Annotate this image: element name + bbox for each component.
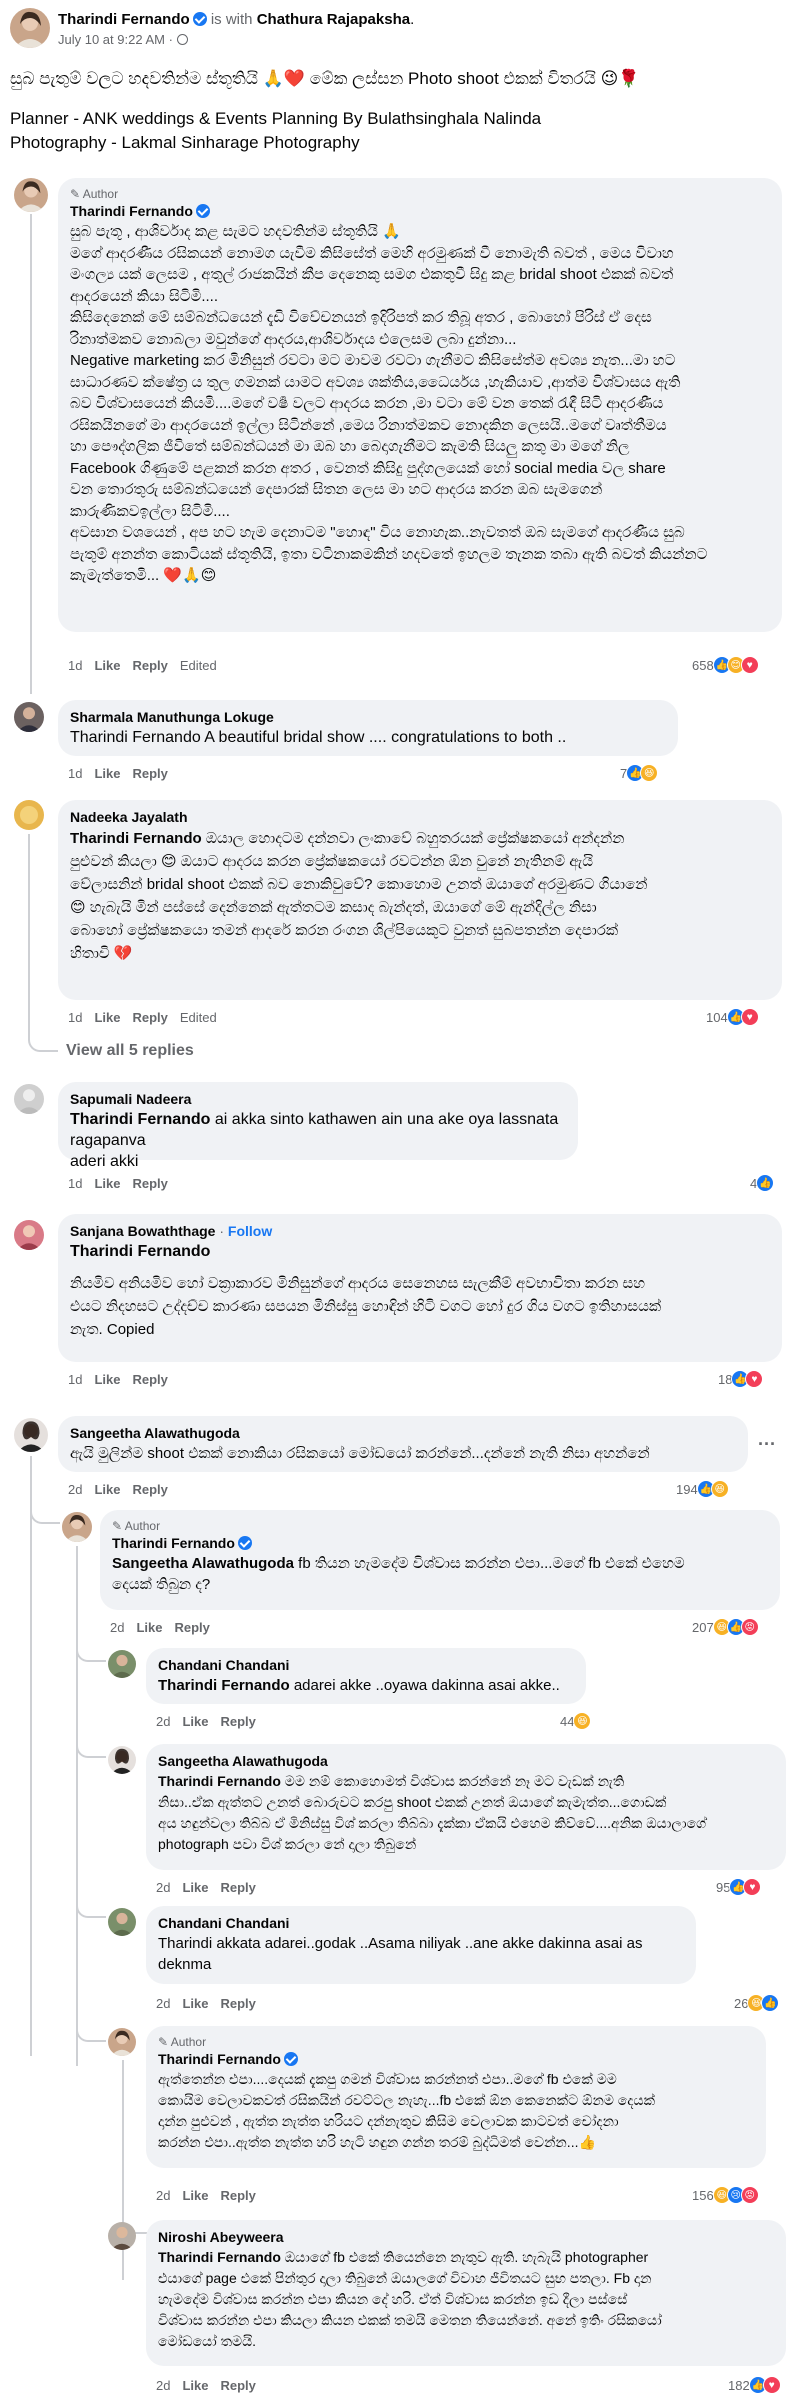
comment-author[interactable]: Chandani Chandani (158, 1914, 684, 1933)
commenter-avatar[interactable] (14, 800, 44, 830)
comment-bubble: Sangeetha Alawathugoda Tharindi Fernando… (146, 1744, 786, 1870)
mention-link[interactable]: Tharindi Fernando (70, 1111, 210, 1128)
reaction-summary[interactable]: 182 👍 ♥ (728, 2376, 781, 2394)
comment-bubble: Sanjana Bowaththage · Follow Tharindi Fe… (58, 1214, 782, 1362)
comment-text: Tharindi Fernando ඔයාගේ fb එකේ තියෙන්නෙ … (158, 2249, 662, 2349)
more-options-button[interactable]: ··· (758, 1434, 776, 1455)
post-author-name[interactable]: Tharindi Fernando (58, 11, 190, 28)
comment-text: Sangeetha Alawathugoda fb තියන හැමදේම වි… (112, 1555, 685, 1572)
post-author-avatar[interactable] (10, 8, 50, 48)
tagged-person[interactable]: Chathura Rajapaksha (257, 11, 410, 28)
comment-text: සුබ පැතූ , ආශිර්වාද කළ සැමට හදවතින්ම ස්ත… (70, 223, 708, 584)
comment-text: Tharindi akkata adarei..godak ..Asama ni… (158, 1935, 643, 1952)
post-photography: Photography - Lakmal Sinharage Photograp… (10, 133, 360, 152)
commenter-avatar[interactable] (62, 1512, 92, 1542)
comment-bubble: Nadeeka Jayalath Tharindi Fernando ඔයාල … (58, 800, 782, 1000)
follow-link[interactable]: Follow (228, 1223, 272, 1239)
verified-badge-icon (195, 204, 210, 218)
mention-link[interactable]: Sangeetha Alawathugoda (112, 1555, 294, 1572)
comment-author[interactable]: Tharindi Fernando (158, 2051, 281, 2067)
reaction-summary[interactable]: 44 😆 (560, 1712, 592, 1730)
commenter-avatar[interactable] (14, 178, 48, 212)
post-planner: Planner - ANK weddings & Events Planning… (10, 109, 542, 128)
comment-author[interactable]: Chandani Chandani (158, 1656, 574, 1675)
mention-link[interactable]: Tharindi Fernando (70, 1241, 770, 1262)
reaction-summary[interactable]: 7 👍 😆 (620, 764, 659, 782)
commenter-avatar[interactable] (14, 1220, 44, 1250)
comment-author[interactable]: Sharmala Manuthunga Lokuge (70, 708, 666, 727)
comment-text: ඇත්තෙන්න එපා....දෙයක් දැකපු ගමන් විශ්වාස… (158, 2071, 655, 2150)
comment-bubble: Chandani Chandani Tharindi akkata adarei… (146, 1906, 696, 1984)
comment-bubble: Niroshi Abeyweera Tharindi Fernando ඔයාග… (146, 2220, 786, 2366)
comment-author[interactable]: Nadeeka Jayalath (70, 808, 770, 827)
pencil-icon: ✎ (112, 1519, 123, 1533)
comment-author[interactable]: Sanjana Bowaththage (70, 1223, 215, 1239)
comment-bubble: Sharmala Manuthunga Lokuge Tharindi Fern… (58, 700, 678, 756)
comment-text: නියමිව අනියමිව හෝ වක්‍රාකාරව මිනිසුන්ගේ … (70, 1275, 662, 1338)
comment-text: Tharindi Fernando ai akka sinto kathawen… (70, 1111, 559, 1149)
commenter-avatar[interactable] (108, 2028, 136, 2056)
comment-bubble: Chandani Chandani Tharindi Fernando adar… (146, 1648, 586, 1704)
reaction-summary[interactable]: 658 👍 😊 ♥ (692, 656, 759, 674)
comment-bubble: Sangeetha Alawathugoda ඇයි මුලින්ම shoot… (58, 1416, 748, 1472)
comment-bubble: Sapumali Nadeera Tharindi Fernando ai ak… (58, 1082, 578, 1170)
reaction-summary[interactable]: 18 👍 ♥ (718, 1370, 764, 1388)
commenter-avatar[interactable] (108, 1650, 136, 1678)
comment-bubble: ✎ Author Tharindi Fernando ඇත්තෙන්න එපා.… (146, 2026, 766, 2168)
commenter-avatar[interactable] (14, 1084, 44, 1114)
comment-text: ඇයි මුලින්ම shoot එකක් නොකියා රසිකයෝ මෝඩ… (70, 1445, 650, 1462)
mention-link[interactable]: Tharindi Fernando (158, 2249, 281, 2265)
mention-link[interactable]: Tharindi Fernando (158, 1677, 290, 1694)
commenter-avatar[interactable] (14, 1418, 48, 1452)
pencil-icon: ✎ (158, 2035, 169, 2049)
reaction-summary[interactable]: 104 👍 ♥ (706, 1008, 759, 1026)
reaction-summary[interactable]: 156 😆 😢 😡 (692, 2186, 759, 2204)
like-link[interactable]: Like (94, 658, 120, 673)
comment-author[interactable]: Tharindi Fernando (112, 1535, 235, 1551)
comment-author[interactable]: Tharindi Fernando (70, 203, 193, 219)
reaction-summary[interactable]: 207 😆 👍 😡 (692, 1618, 759, 1636)
comment-text: Tharindi Fernando adarei akke ..oyawa da… (158, 1677, 560, 1694)
commenter-avatar[interactable] (14, 702, 44, 732)
reply-link[interactable]: Reply (132, 658, 167, 673)
comment-author[interactable]: Sangeetha Alawathugoda (70, 1424, 736, 1443)
verified-badge-icon (192, 12, 207, 26)
commenter-avatar[interactable] (108, 1908, 136, 1936)
reaction-summary[interactable]: 95 👍 ♥ (716, 1878, 762, 1896)
pencil-icon: ✎ (70, 187, 81, 201)
reaction-summary[interactable]: 26 😆 👍 (734, 1994, 780, 2012)
comment-text: Tharindi Fernando A beautiful bridal sho… (70, 729, 567, 746)
view-all-replies-link[interactable]: View all 5 replies (66, 1042, 194, 1060)
comment-author[interactable]: Sangeetha Alawathugoda (158, 1752, 774, 1771)
comment-text: Tharindi Fernando ඔයාල හොදටම දන්නවා ලංකා… (70, 830, 648, 962)
reaction-summary[interactable]: 194 👍 😆 (676, 1480, 729, 1498)
commenter-avatar[interactable] (108, 1746, 136, 1774)
comment-text: Tharindi Fernando මම නම් කොහොමත් විශ්වාස… (158, 1773, 707, 1852)
comment-author[interactable]: Niroshi Abeyweera (158, 2228, 774, 2247)
commenter-avatar[interactable] (108, 2222, 136, 2250)
mention-link[interactable]: Tharindi Fernando (70, 830, 202, 847)
comment-author[interactable]: Sapumali Nadeera (70, 1090, 566, 1109)
verified-badge-icon (283, 2052, 298, 2066)
globe-icon (176, 34, 188, 45)
reaction-summary[interactable]: 4 👍 (750, 1174, 775, 1192)
comment-bubble: ✎ Author Tharindi Fernando සුබ පැතූ , ආශ… (58, 178, 782, 632)
verified-badge-icon (237, 1536, 252, 1550)
mention-link[interactable]: Tharindi Fernando (158, 1773, 281, 1789)
post-caption: සුබ පැතුම් වලට හදවතින්ම ස්තූතියි 🙏❤️ මේක… (10, 69, 640, 88)
comment-bubble: ✎ Author Tharindi Fernando Sangeetha Ala… (100, 1510, 780, 1610)
post-time[interactable]: July 10 at 9:22 AM (58, 32, 165, 47)
with-text: is with (210, 11, 253, 28)
